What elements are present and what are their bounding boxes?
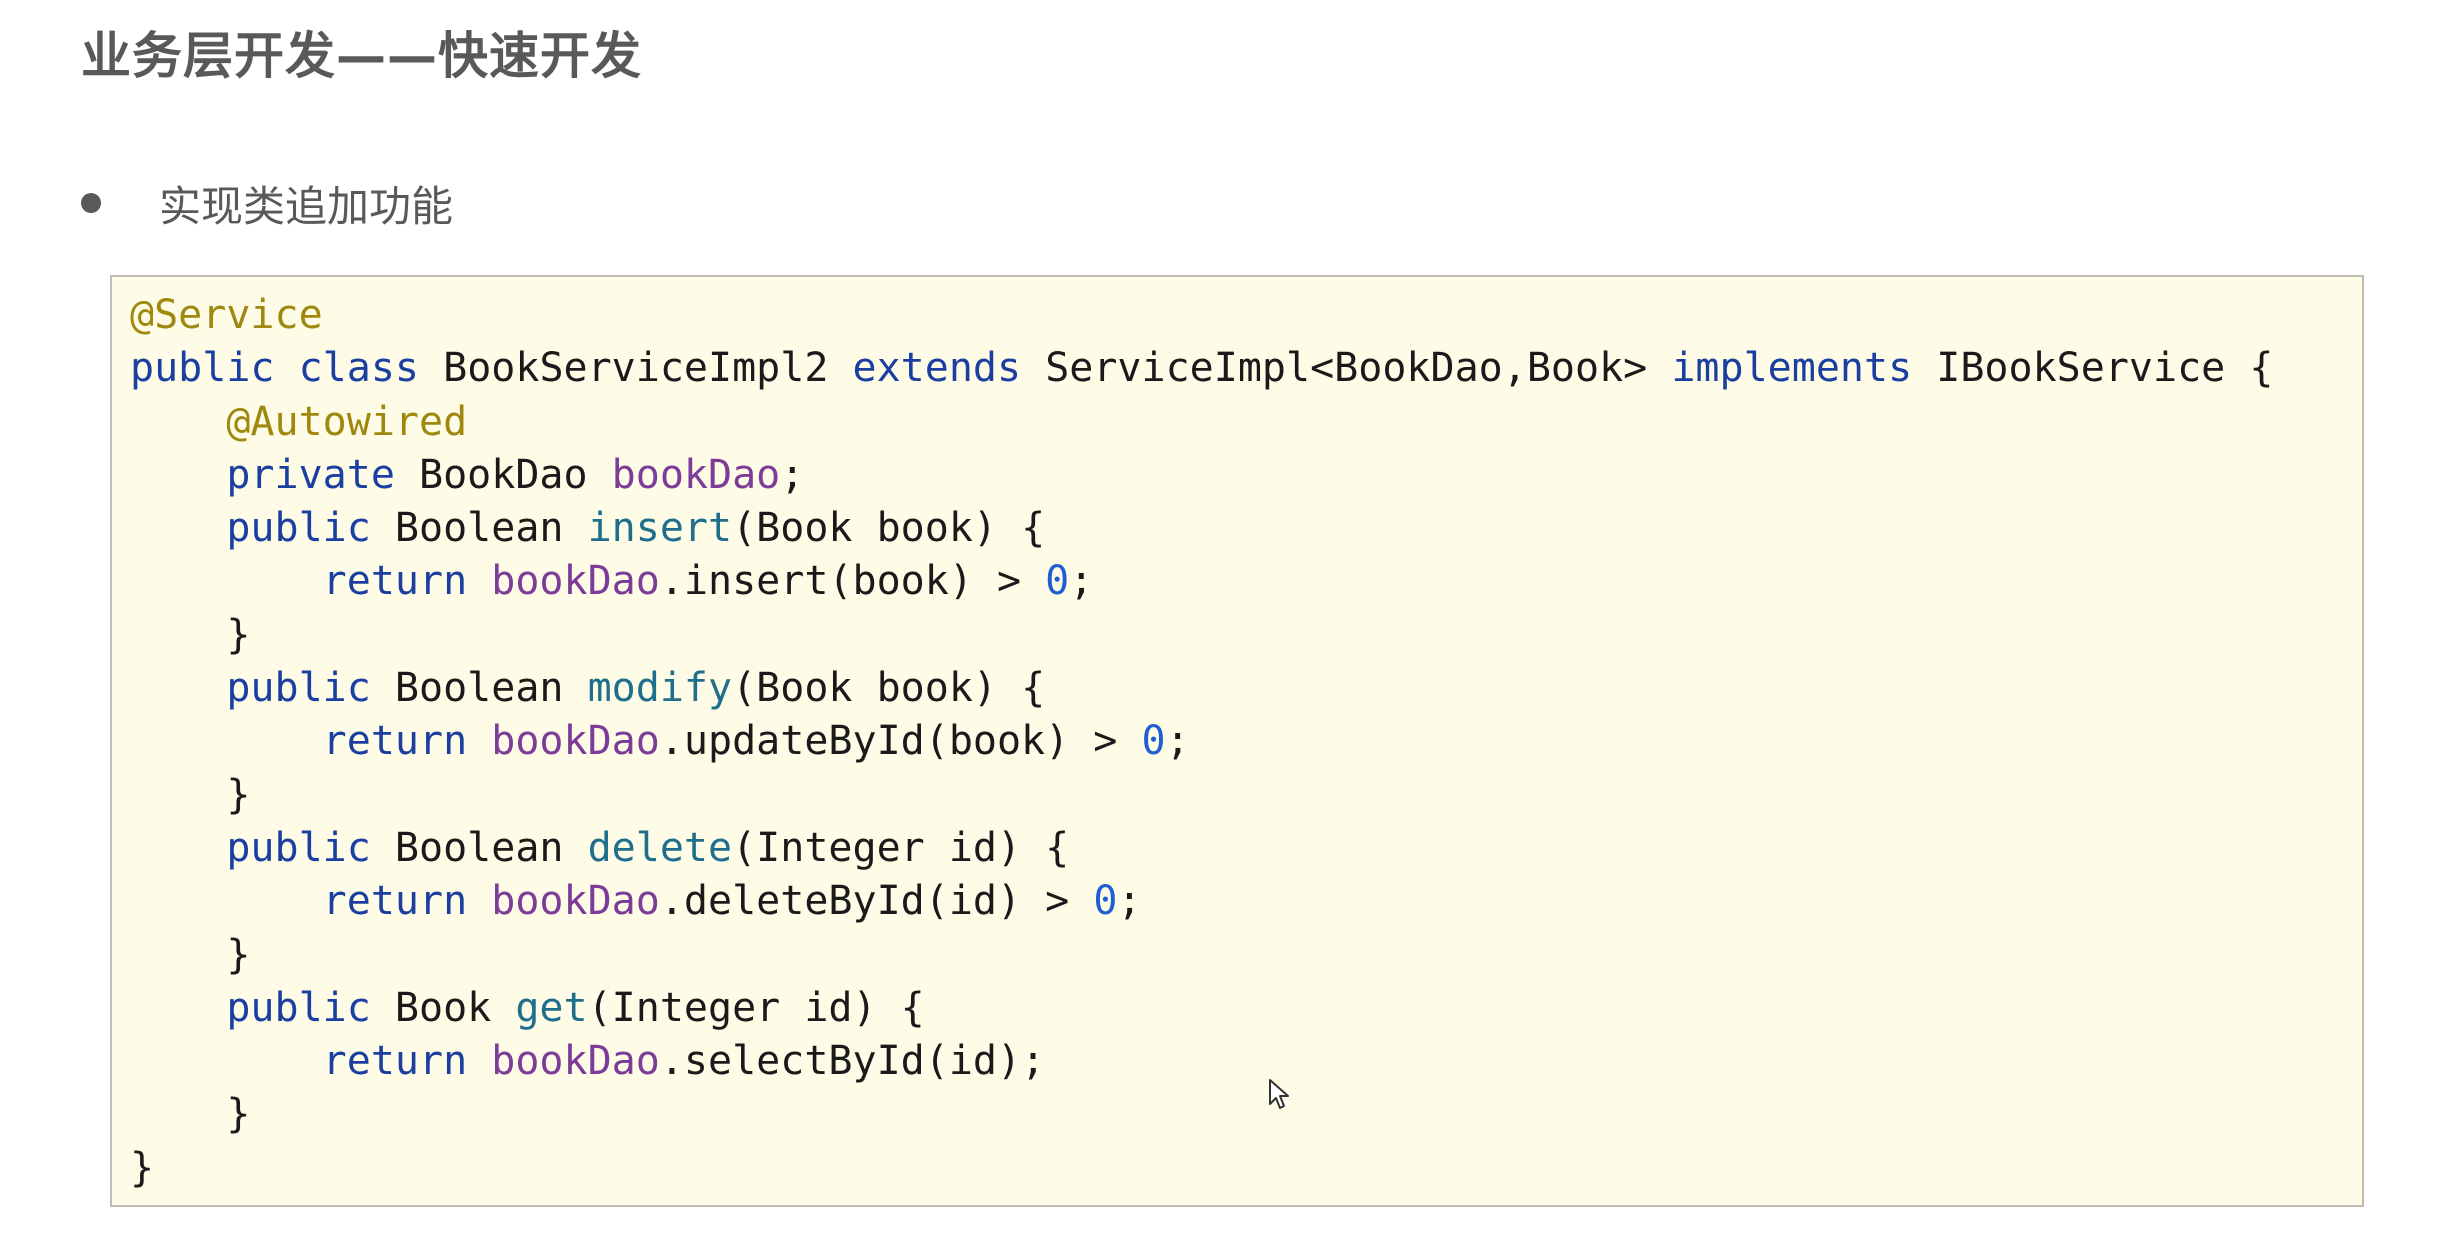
code-token: Boolean (394, 824, 564, 871)
code-token: ; (1165, 718, 1190, 765)
code-token: BookServiceImpl2 (443, 345, 829, 392)
code-token: @Autowired (226, 398, 468, 445)
code-token: delete (587, 824, 733, 871)
code-token: } (226, 771, 251, 818)
code-token: extends (852, 345, 1022, 392)
code-token: (Book book) { (732, 505, 1046, 552)
code-token: 0 (1093, 878, 1118, 925)
code-token: Boolean (394, 665, 564, 712)
code-token: 0 (1141, 718, 1166, 765)
code-token: } (226, 611, 251, 658)
code-token: private (226, 451, 395, 498)
code-token: public (226, 824, 371, 871)
code-token: (Integer id) { (732, 824, 1070, 871)
code-token: return (322, 1038, 468, 1085)
code-line: @Autowired (130, 396, 2273, 449)
code-token: return (322, 558, 468, 605)
code-line: } (130, 1088, 2273, 1141)
code-line: public Book get(Integer id) { (130, 982, 2273, 1035)
code-line: } (130, 929, 2273, 982)
code-line: public class BookServiceImpl2 extends Se… (130, 342, 2273, 395)
code-token: Boolean (394, 505, 564, 552)
code-token: ; (780, 451, 805, 498)
code-token: public (130, 345, 275, 392)
bullet-dot-icon (81, 193, 101, 213)
code-token: get (515, 984, 588, 1031)
code-token: .updateById(book) > (659, 718, 1142, 765)
code-token: return (322, 718, 468, 765)
code-token: bookDao (611, 451, 781, 498)
code-line: } (130, 609, 2273, 662)
code-token: (Book book) { (732, 665, 1046, 712)
code-line: @Service (130, 289, 2273, 342)
code-token: Book (394, 984, 492, 1031)
code-line: } (130, 769, 2273, 822)
code-token: bookDao (491, 878, 660, 925)
bullet-text: 实现类追加功能 (159, 181, 454, 231)
code-token: ServiceImpl<BookDao,Book> (1045, 345, 1648, 392)
code-token: bookDao (491, 718, 660, 765)
code-line: public Boolean delete(Integer id) { (130, 822, 2273, 875)
mouse-pointer-icon (1269, 1079, 1289, 1109)
code-token: ; (1117, 878, 1142, 925)
code-token: public (226, 505, 371, 552)
code-line: private BookDao bookDao; (130, 449, 2273, 502)
code-token: class (298, 345, 420, 392)
code-token: insert (587, 505, 733, 552)
code-token: } (130, 1144, 155, 1191)
code-token: IBookService { (1936, 345, 2274, 392)
code-token: .deleteById(id) > (659, 878, 1094, 925)
code-token: 0 (1045, 558, 1070, 605)
code-line: return bookDao.insert(book) > 0; (130, 555, 2273, 608)
page-title: 业务层开发——快速开发 (81, 27, 642, 85)
code-line: } (130, 1142, 2273, 1195)
code-token: BookDao (419, 451, 588, 498)
code-token: ; (1069, 558, 1094, 605)
code-token: public (226, 984, 371, 1031)
code-token: bookDao (491, 1038, 660, 1085)
code-text: @Service public class BookServiceImpl2 ex… (130, 289, 2273, 1195)
code-line: public Boolean modify(Book book) { (130, 662, 2273, 715)
code-token: implements (1671, 345, 1913, 392)
code-token: .insert(book) > (659, 558, 1046, 605)
code-line: return bookDao.selectById(id); (130, 1035, 2273, 1088)
code-token: } (226, 1091, 251, 1138)
code-line: public Boolean insert(Book book) { (130, 502, 2273, 555)
code-token: .selectById(id); (659, 1038, 1046, 1085)
bullet-item: 实现类追加功能 (81, 170, 453, 236)
code-token: bookDao (491, 558, 660, 605)
code-token: modify (587, 665, 733, 712)
code-block: @Service public class BookServiceImpl2 ex… (110, 275, 2364, 1207)
code-token: public (226, 665, 371, 712)
code-token: @Service (130, 292, 323, 338)
code-line: return bookDao.updateById(book) > 0; (130, 715, 2273, 768)
code-token: } (226, 931, 251, 978)
code-token: return (322, 878, 468, 925)
code-line: return bookDao.deleteById(id) > 0; (130, 875, 2273, 928)
code-token: (Integer id) { (587, 984, 925, 1031)
